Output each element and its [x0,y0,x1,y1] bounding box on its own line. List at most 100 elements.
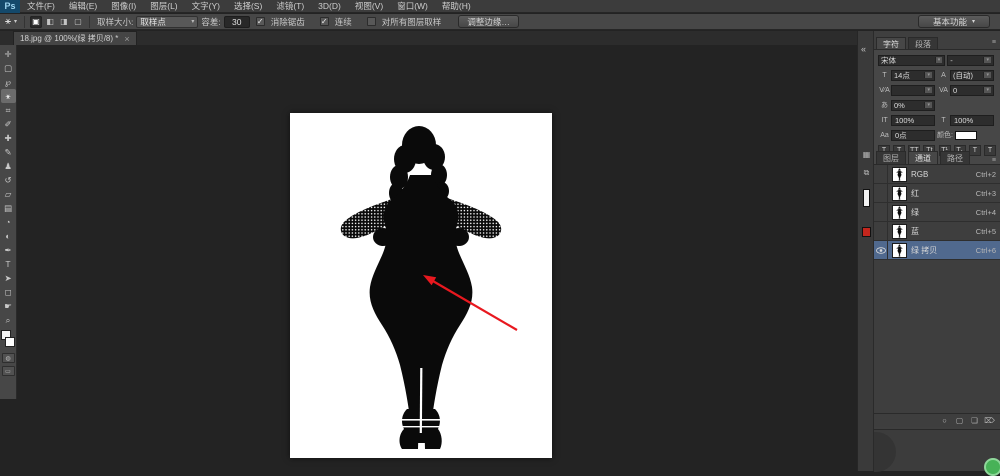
eraser-tool[interactable]: ▱ [1,187,16,201]
checkbox-checked-icon[interactable]: ✓ [256,17,265,26]
dodge-tool[interactable]: ◐ [1,229,16,243]
save-selection-as-channel-button[interactable]: ▢ [953,415,966,426]
kerning-select[interactable]: ▾ [891,85,935,96]
healing-brush-tool[interactable]: ✚ [1,131,16,145]
crop-tool[interactable]: ⌗ [1,103,16,117]
move-tool[interactable]: ✛ [1,47,16,61]
clone-stamp-tool[interactable]: ♟ [1,159,16,173]
delete-channel-button[interactable]: ⌦ [983,415,996,426]
checkbox-label: 对所有图层取样 [382,16,442,28]
horizontal-scale-input[interactable]: 100% [950,115,994,126]
channel-row[interactable]: RGB Ctrl+2 [874,165,1000,184]
checkbox-unchecked-icon[interactable]: ✓ [367,17,376,26]
sample-size-select[interactable]: 取样点 ▾ [136,16,198,28]
collapsed-panel-icon-2[interactable]: ⧉ [861,167,872,178]
menu-窗口[interactable]: 窗口(W) [390,0,435,13]
channel-row[interactable]: 绿 Ctrl+4 [874,203,1000,222]
new-channel-button[interactable]: ❏ [968,415,981,426]
visibility-toggle[interactable] [874,203,888,221]
blur-tool[interactable]: ◔ [1,215,16,229]
menu-图像[interactable]: 图像(I) [104,0,143,13]
eyedropper-tool[interactable]: ✐ [1,117,16,131]
menu-文字[interactable]: 文字(Y) [185,0,227,13]
document-tab[interactable]: 18.jpg @ 100%(绿 拷贝/8) * × [13,31,137,45]
panel-menu-icon[interactable]: ≡ [992,37,1000,49]
menu-3D[interactable]: 3D(D) [311,0,348,13]
proportional-spacing-select[interactable]: 0% ▾ [891,100,935,111]
check-连续[interactable]: ✓连续 [320,16,355,28]
magic-wand-tool[interactable]: ⚹ [1,89,16,103]
tab-layers[interactable]: 图层 [876,151,906,164]
check-对所有图层取样[interactable]: ✓ 对所有图层取样 [367,16,445,28]
panel-menu-icon[interactable]: ≡ [992,155,1000,164]
close-tab-icon[interactable]: × [124,34,129,44]
refine-edge-button[interactable]: 调整边缘… [458,15,519,28]
gradient-tool[interactable]: ▤ [1,201,16,215]
menu-帮助[interactable]: 帮助(H) [435,0,478,13]
selection-mode-0[interactable]: ▣ [30,16,42,28]
visibility-toggle[interactable] [874,165,888,183]
menu-选择[interactable]: 选择(S) [227,0,269,13]
magic-wand-options-icon[interactable]: ⚹ [5,16,11,27]
font-style-select[interactable]: - ▾ [947,55,994,66]
chevron-down-icon: ▾ [983,87,991,93]
green-badge [984,458,1000,476]
tracking-select[interactable]: 0 ▾ [950,85,994,96]
shape-tool[interactable]: ◻ [1,285,16,299]
tab-character[interactable]: 字符 [876,37,906,49]
tool-preset-caret[interactable]: ▾ [14,18,17,25]
screen-mode-button[interactable]: ▭ [2,366,15,376]
visibility-toggle[interactable] [874,222,888,240]
menu-滤镜[interactable]: 滤镜(T) [269,0,311,13]
channel-row[interactable]: 蓝 Ctrl+5 [874,222,1000,241]
font-size-select[interactable]: 14点 ▾ [891,70,935,81]
visibility-toggle[interactable] [874,184,888,202]
document-title: 18.jpg @ 100%(绿 拷贝/8) * [20,33,118,44]
load-channel-as-selection-button[interactable]: ○ [938,415,951,426]
channel-row[interactable]: 红 Ctrl+3 [874,184,1000,203]
text-color-swatch[interactable] [955,131,977,140]
selection-mode-1[interactable]: ◧ [44,16,56,28]
tolerance-input[interactable]: 30 [224,16,250,28]
menu-编辑[interactable]: 编辑(E) [62,0,104,13]
background-color-swatch[interactable] [5,337,15,347]
proportional-spacing-icon: あ [878,100,891,110]
strip-white-swatch [863,189,870,207]
zoom-tool[interactable]: ⌕ [1,313,16,327]
visibility-toggle[interactable] [874,241,888,259]
brush-tool[interactable]: ✎ [1,145,16,159]
panel-bulge [874,432,896,472]
menu-图层[interactable]: 图层(L) [143,0,184,13]
menu-文件[interactable]: 文件(F) [20,0,62,13]
collapse-panels-icon[interactable]: « [861,44,866,54]
font-family-select[interactable]: 宋体 ▾ [878,55,945,66]
canvas-workspace[interactable] [17,45,857,471]
pen-tool[interactable]: ✒ [1,243,16,257]
tab-paragraph[interactable]: 段落 [908,37,938,49]
tab-paths[interactable]: 路径 [940,151,970,164]
type-tool[interactable]: T [1,257,16,271]
history-brush-tool[interactable]: ↺ [1,173,16,187]
marquee-tool[interactable]: ▢ [1,61,16,75]
hand-tool[interactable]: ☛ [1,299,16,313]
font-size-value: 14点 [894,70,910,81]
document-canvas[interactable] [290,113,552,458]
selection-mode-3[interactable]: ▢ [72,16,84,28]
quick-mask-button[interactable]: ◍ [2,353,15,363]
selection-mode-2[interactable]: ◨ [58,16,70,28]
tab-channels[interactable]: 通道 [908,151,938,164]
check-消除锯齿[interactable]: ✓消除锯齿 [256,16,308,28]
checkbox-checked-icon[interactable]: ✓ [320,17,329,26]
workspace-switcher-button[interactable]: 基本功能 ▾ [918,15,990,28]
vertical-scale-input[interactable]: 100% [891,115,935,126]
menu-视图[interactable]: 视图(V) [348,0,390,13]
horizontal-scale-icon: T [937,117,950,124]
tools-list: ✛▢℘⚹⌗✐✚✎♟↺▱▤◔◐✒T➤◻☛⌕ [1,47,16,327]
channel-name: 蓝 [911,226,976,237]
baseline-shift-input[interactable]: 0点 [891,130,935,141]
lasso-tool[interactable]: ℘ [1,75,16,89]
path-select-tool[interactable]: ➤ [1,271,16,285]
leading-select[interactable]: (自动) ▾ [950,70,994,81]
channel-row[interactable]: 绿 拷贝 Ctrl+6 [874,241,1000,260]
collapsed-panel-icon-1[interactable]: ▦ [861,149,872,160]
